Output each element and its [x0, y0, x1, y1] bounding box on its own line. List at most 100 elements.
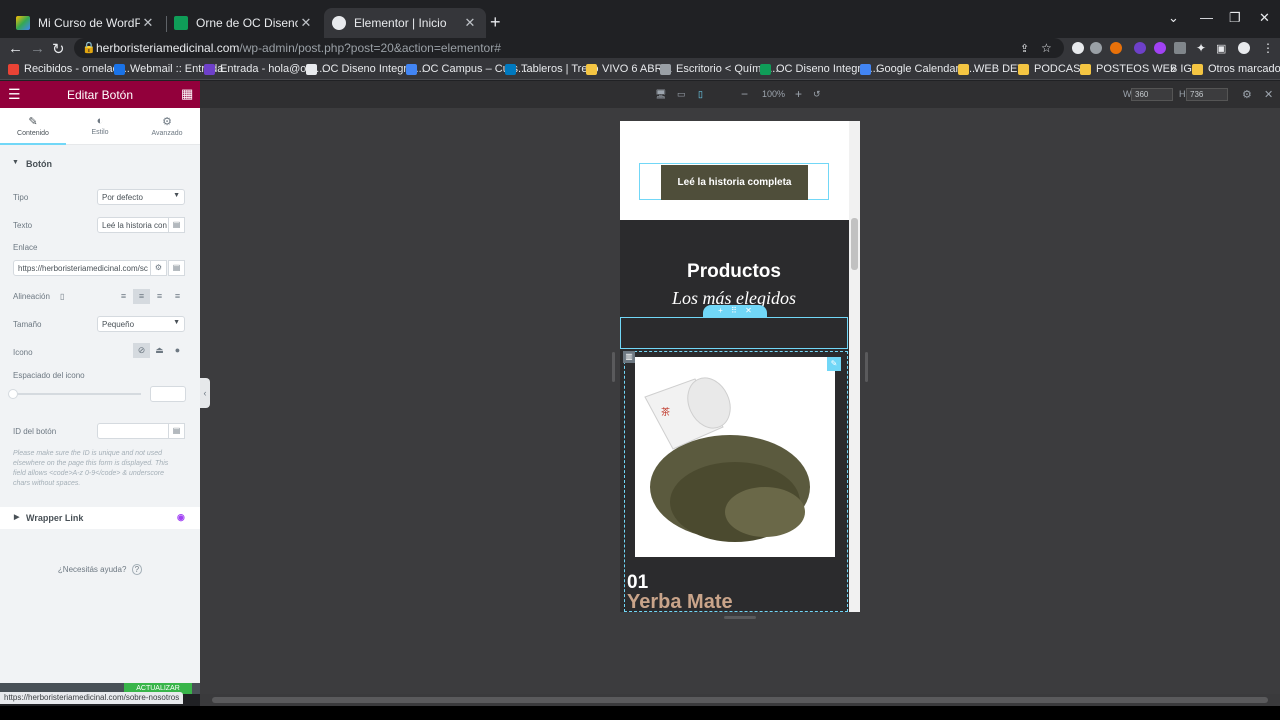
- folder-icon: [586, 63, 597, 75]
- browser-tab[interactable]: Mi Curso de WordPress - Google ✕: [8, 8, 164, 38]
- extension-icon[interactable]: [1134, 42, 1146, 54]
- desktop-icon[interactable]: 🖥: [655, 89, 666, 100]
- height-input[interactable]: 736: [1186, 88, 1228, 101]
- zoom-in-icon[interactable]: +: [795, 87, 802, 101]
- screen-bottom-edge: [0, 706, 1280, 720]
- no-icon-icon[interactable]: ⊘: [133, 343, 150, 358]
- texto-input[interactable]: Leé la historia con: [97, 217, 169, 233]
- edit-widget-pencil-icon[interactable]: ✎: [827, 357, 841, 371]
- resize-handle-right[interactable]: [865, 352, 868, 382]
- menu-dots-icon[interactable]: ⋮: [1262, 41, 1274, 55]
- tab-estilo[interactable]: ◐ Estilo: [67, 108, 133, 145]
- bookmark-item[interactable]: Otros marcadores: [1192, 63, 1280, 75]
- browser-tab[interactable]: Orne de OC Diseno Integral | Ma ✕: [166, 8, 322, 38]
- id-label: ID del botón: [13, 427, 57, 436]
- extension-icon[interactable]: [1154, 42, 1166, 54]
- reload-icon[interactable]: ↻: [52, 40, 65, 58]
- minimize-icon[interactable]: —: [1200, 10, 1213, 25]
- collapse-panel-handle[interactable]: ‹: [200, 378, 210, 408]
- align-left-icon[interactable]: ≡: [115, 289, 132, 304]
- chevron-down-icon: ▼: [173, 319, 180, 326]
- new-tab-button[interactable]: +: [490, 12, 501, 33]
- tab-avanzado[interactable]: ⚙ Avanzado: [134, 108, 200, 145]
- section-handle[interactable]: + ⠿ ✕: [703, 305, 767, 317]
- close-icon[interactable]: ✕: [462, 15, 478, 31]
- preview-scrollbar[interactable]: [849, 121, 860, 612]
- close-icon[interactable]: ✕: [140, 15, 156, 31]
- slider-handle[interactable]: [8, 389, 18, 399]
- product-image[interactable]: 茶: [635, 357, 835, 557]
- spacing-input[interactable]: [150, 386, 186, 402]
- help-link[interactable]: ¿Necesitás ayuda? ?: [0, 564, 200, 575]
- inner-section-outline[interactable]: [620, 317, 848, 349]
- wordpress-icon: [660, 63, 671, 75]
- address-bar[interactable]: 🔒 herboristeriamedicinal.com/wp-admin/po…: [74, 38, 1064, 58]
- extension-icon[interactable]: [1110, 42, 1122, 54]
- width-input[interactable]: 360: [1131, 88, 1173, 101]
- forward-icon[interactable]: →: [30, 40, 45, 57]
- contrast-icon: ◐: [96, 115, 104, 127]
- add-icon[interactable]: +: [718, 306, 723, 315]
- resize-handle-bottom[interactable]: [724, 616, 756, 619]
- more-bookmarks-button[interactable]: »: [1170, 63, 1176, 75]
- reset-zoom-icon[interactable]: ↺: [813, 89, 821, 100]
- tablet-icon[interactable]: ▭: [677, 89, 686, 100]
- side-panel-icon[interactable]: ▣: [1216, 42, 1226, 55]
- espaciado-label: Espaciado del icono: [13, 371, 85, 380]
- bookmark-item[interactable]: PODCAST: [1018, 63, 1087, 75]
- window-close-icon[interactable]: ✕: [1259, 10, 1270, 26]
- bookmark-item[interactable]: WEB DEV: [958, 63, 1025, 75]
- avatar[interactable]: [1238, 42, 1250, 54]
- back-icon[interactable]: ←: [8, 40, 23, 57]
- mobile-icon[interactable]: ▯: [698, 89, 703, 100]
- enlace-input[interactable]: https://herboristeriamedicinal.com/sc: [13, 260, 151, 276]
- bookmark-item[interactable]: Tableros | Trello: [505, 63, 598, 75]
- align-right-icon[interactable]: ≡: [151, 289, 168, 304]
- tamano-select[interactable]: Pequeño ▼: [97, 316, 185, 332]
- resize-handle-left[interactable]: [612, 352, 615, 382]
- dynamic-tags-icon[interactable]: ▤: [168, 423, 185, 439]
- upload-icon[interactable]: ⏏: [151, 343, 168, 358]
- circle-icon[interactable]: ●: [169, 343, 186, 358]
- zoom-level: 100%: [762, 89, 786, 99]
- extension-icon[interactable]: [1072, 42, 1084, 54]
- button-id-input[interactable]: [97, 423, 169, 439]
- close-icon[interactable]: ✕: [298, 15, 314, 31]
- dynamic-tags-icon[interactable]: ▤: [168, 260, 185, 276]
- tab-search-icon[interactable]: ⌄: [1168, 10, 1179, 26]
- cut-off-text: [640, 121, 820, 125]
- extensions-icon[interactable]: ✦: [1196, 41, 1206, 55]
- align-justify-icon[interactable]: ≡: [169, 289, 186, 304]
- spacing-slider[interactable]: [13, 393, 141, 395]
- bookmark-star-icon[interactable]: ☆: [1041, 41, 1052, 55]
- alineacion-label: Alineación: [13, 292, 50, 301]
- widgets-grid-icon[interactable]: ▦: [181, 86, 193, 102]
- cta-button[interactable]: Leé la historia completa: [661, 165, 808, 200]
- extension-icon[interactable]: [1174, 42, 1186, 54]
- close-icon[interactable]: ✕: [1264, 88, 1273, 101]
- tipo-select[interactable]: Por defecto ▼: [97, 189, 185, 205]
- dynamic-tags-icon[interactable]: ▤: [168, 217, 185, 233]
- share-icon[interactable]: ⇪: [1020, 42, 1029, 55]
- delete-icon[interactable]: ✕: [745, 306, 752, 315]
- bookmark-item[interactable]: VIVO 6 ABRIL: [586, 63, 672, 75]
- drag-icon[interactable]: ⠿: [731, 306, 737, 315]
- horizontal-scroll-thumb[interactable]: [212, 697, 1268, 703]
- button-widget-outline[interactable]: Leé la historia completa: [639, 163, 829, 200]
- preview-scroll-thumb[interactable]: [851, 218, 858, 270]
- restore-icon[interactable]: ❐: [1229, 10, 1241, 26]
- wrapper-link-section[interactable]: ▶ Wrapper Link ◉: [0, 507, 200, 529]
- responsive-device-icon[interactable]: ▯: [60, 292, 64, 301]
- camera-icon[interactable]: [1090, 42, 1102, 54]
- trello-icon: [505, 63, 516, 75]
- settings-gear-icon[interactable]: ⚙: [1242, 88, 1252, 101]
- column-handle-icon[interactable]: ▥: [623, 351, 635, 363]
- link-options-gear-icon[interactable]: ⚙: [150, 260, 167, 276]
- zoom-out-icon[interactable]: −: [741, 87, 748, 101]
- status-url-bubble: https://herboristeriamedicinal.com/sobre…: [0, 692, 184, 704]
- bookmark-item[interactable]: Recibidos - ornelaci...: [8, 63, 130, 75]
- align-center-icon[interactable]: ≡: [133, 289, 150, 304]
- section-boton-header[interactable]: ▼ Botón: [0, 153, 200, 173]
- browser-tab-active[interactable]: Elementor | Inicio ✕: [324, 8, 486, 38]
- tab-contenido[interactable]: ✎ Contenido: [0, 108, 66, 145]
